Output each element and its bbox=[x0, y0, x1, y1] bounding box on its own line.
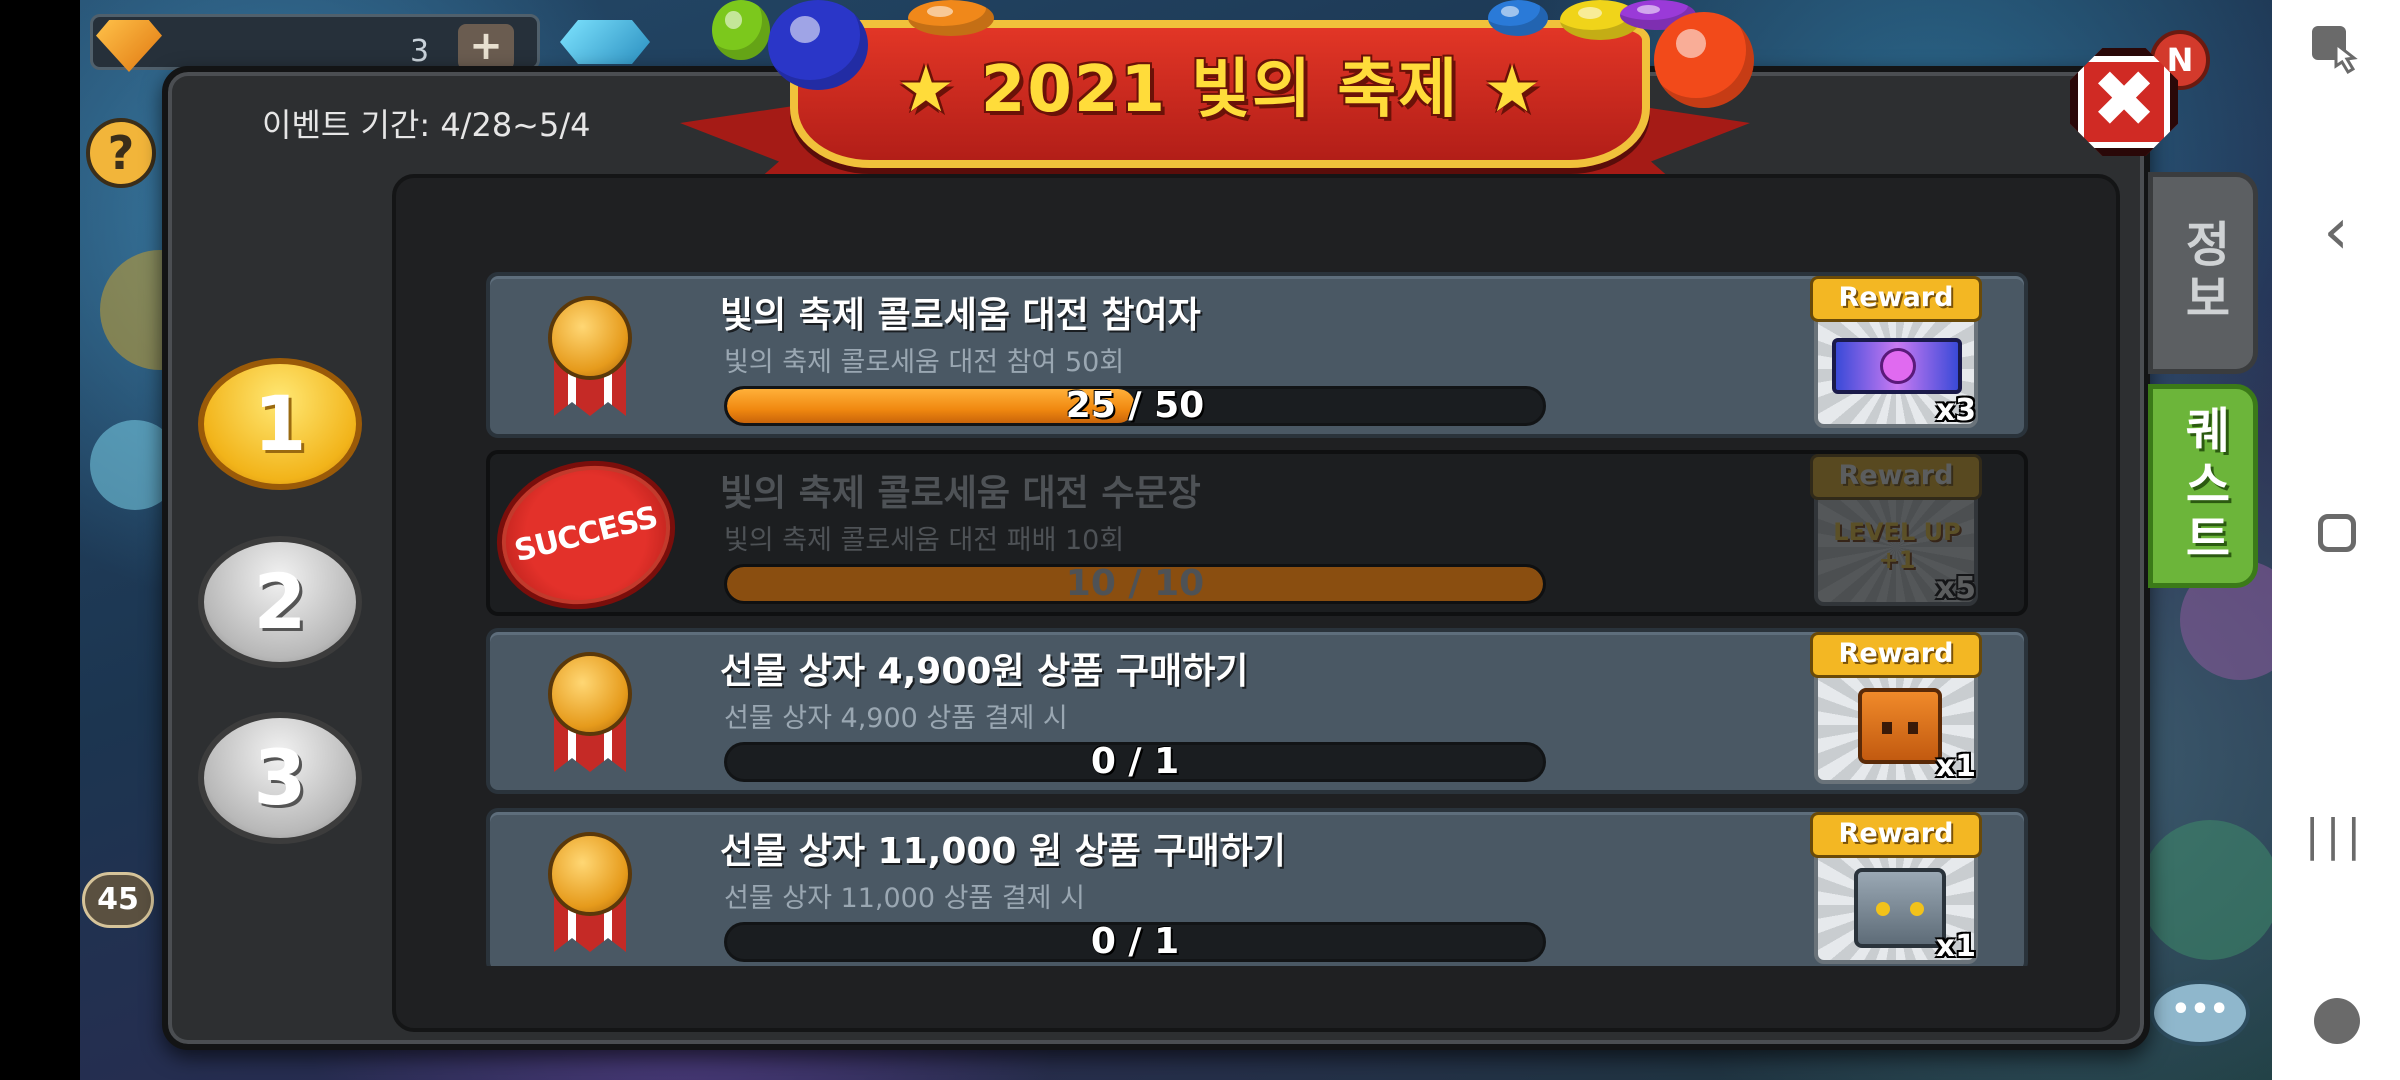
quest-title: 선물 상자 4,900원 상품 구매하기 bbox=[720, 651, 1249, 692]
gem-count: 3 bbox=[410, 34, 430, 69]
home-icon[interactable] bbox=[2300, 496, 2372, 568]
touch-icon[interactable] bbox=[2300, 20, 2372, 92]
event-period: 이벤트 기간: 4/28~5/4 bbox=[262, 106, 591, 144]
level-up-icon: LEVEL UP +1 bbox=[1833, 518, 1961, 574]
orange-box-icon bbox=[1858, 688, 1942, 764]
quest-title: 빛의 축제 콜로세움 대전 수문장 bbox=[720, 473, 1201, 514]
recent-apps-icon[interactable]: ||| bbox=[2300, 800, 2372, 872]
quest-subtitle: 선물 상자 4,900 상품 결제 시 bbox=[724, 703, 1068, 734]
reward-button[interactable]: LEVEL UP +1 Reward x5 bbox=[1810, 454, 1982, 610]
quest-row: 선물 상자 4,900원 상품 구매하기 선물 상자 4,900 상품 결제 시… bbox=[486, 628, 2028, 794]
reward-quantity: x1 bbox=[1935, 929, 1976, 964]
quest-progress-text: 0 / 1 bbox=[1090, 742, 1180, 782]
reward-quantity: x1 bbox=[1935, 749, 1976, 784]
quest-progress-bar: 0 / 1 bbox=[724, 922, 1546, 962]
balloon-decoration bbox=[1654, 12, 1754, 108]
game-controller-icon[interactable] bbox=[2300, 984, 2372, 1056]
help-icon[interactable]: ? bbox=[86, 118, 156, 188]
quest-progress-text: 25 / 50 bbox=[1065, 386, 1205, 426]
crystal-icon bbox=[560, 20, 650, 64]
balloon-decoration bbox=[712, 0, 770, 60]
quest-row-completed: SUCCESS 빛의 축제 콜로세움 대전 수문장 빛의 축제 콜로세움 대전 … bbox=[486, 442, 2028, 628]
quest-title: 선물 상자 11,000 원 상품 구매하기 bbox=[720, 831, 1286, 872]
add-gem-button[interactable]: + bbox=[458, 24, 514, 70]
tab-quest[interactable]: 퀘스트 bbox=[2148, 384, 2258, 588]
reward-label: Reward bbox=[1810, 812, 1982, 858]
screen-left-edge bbox=[0, 0, 80, 1080]
background-decoration bbox=[2140, 820, 2272, 960]
quest-row: 빛의 축제 콜로세움 대전 참여자 빛의 축제 콜로세움 대전 참여 50회 2… bbox=[486, 272, 2028, 438]
quest-progress-bar: 10 / 10 bbox=[724, 564, 1546, 604]
tab-info[interactable]: 정보 bbox=[2148, 172, 2258, 374]
medal-icon bbox=[540, 296, 640, 416]
step-button-3[interactable]: 3 bbox=[198, 712, 362, 844]
level-badge: 45 bbox=[82, 872, 154, 928]
reward-quantity: x5 bbox=[1935, 571, 1976, 606]
close-icon[interactable]: ✖ bbox=[2070, 48, 2178, 156]
step-button-2[interactable]: 2 bbox=[198, 536, 362, 668]
quest-progress-bar: 0 / 1 bbox=[724, 742, 1546, 782]
balloon-decoration bbox=[1488, 0, 1548, 36]
medal-icon bbox=[540, 832, 640, 952]
success-stamp: SUCCESS bbox=[486, 442, 691, 628]
step-button-1[interactable]: 1 bbox=[198, 358, 362, 490]
banner-title: ★ 2021 빛의 축제 ★ bbox=[897, 53, 1543, 127]
balloon-decoration bbox=[908, 0, 994, 36]
reward-button[interactable]: Reward x1 bbox=[1810, 812, 1982, 966]
quest-title: 빛의 축제 콜로세움 대전 참여자 bbox=[720, 295, 1201, 336]
reward-button[interactable]: Reward x3 bbox=[1810, 276, 1982, 432]
reward-quantity: x3 bbox=[1935, 393, 1976, 428]
reward-label: Reward bbox=[1810, 632, 1982, 678]
reward-button[interactable]: Reward x1 bbox=[1810, 632, 1982, 788]
medal-icon bbox=[540, 652, 640, 772]
quest-progress-text: 0 / 1 bbox=[1090, 922, 1180, 962]
quest-progress-text: 10 / 10 bbox=[1065, 564, 1205, 604]
quest-subtitle: 빛의 축제 콜로세움 대전 참여 50회 bbox=[724, 347, 1125, 378]
back-icon[interactable]: ‹ bbox=[2300, 196, 2372, 268]
chat-icon[interactable]: ••• bbox=[2150, 980, 2250, 1046]
quest-list[interactable]: 빛의 축제 콜로세움 대전 참여자 빛의 축제 콜로세움 대전 참여 50회 2… bbox=[486, 272, 2028, 966]
quest-subtitle: 선물 상자 11,000 상품 결제 시 bbox=[724, 883, 1085, 914]
quest-progress-bar: 25 / 50 bbox=[724, 386, 1546, 426]
reward-label: Reward bbox=[1810, 454, 1982, 500]
quest-subtitle: 빛의 축제 콜로세움 대전 패배 10회 bbox=[724, 525, 1125, 556]
quest-row: 선물 상자 11,000 원 상품 구매하기 선물 상자 11,000 상품 결… bbox=[486, 808, 2028, 966]
ticket-icon bbox=[1832, 338, 1962, 394]
robot-box-icon bbox=[1854, 868, 1946, 948]
reward-label: Reward bbox=[1810, 276, 1982, 322]
